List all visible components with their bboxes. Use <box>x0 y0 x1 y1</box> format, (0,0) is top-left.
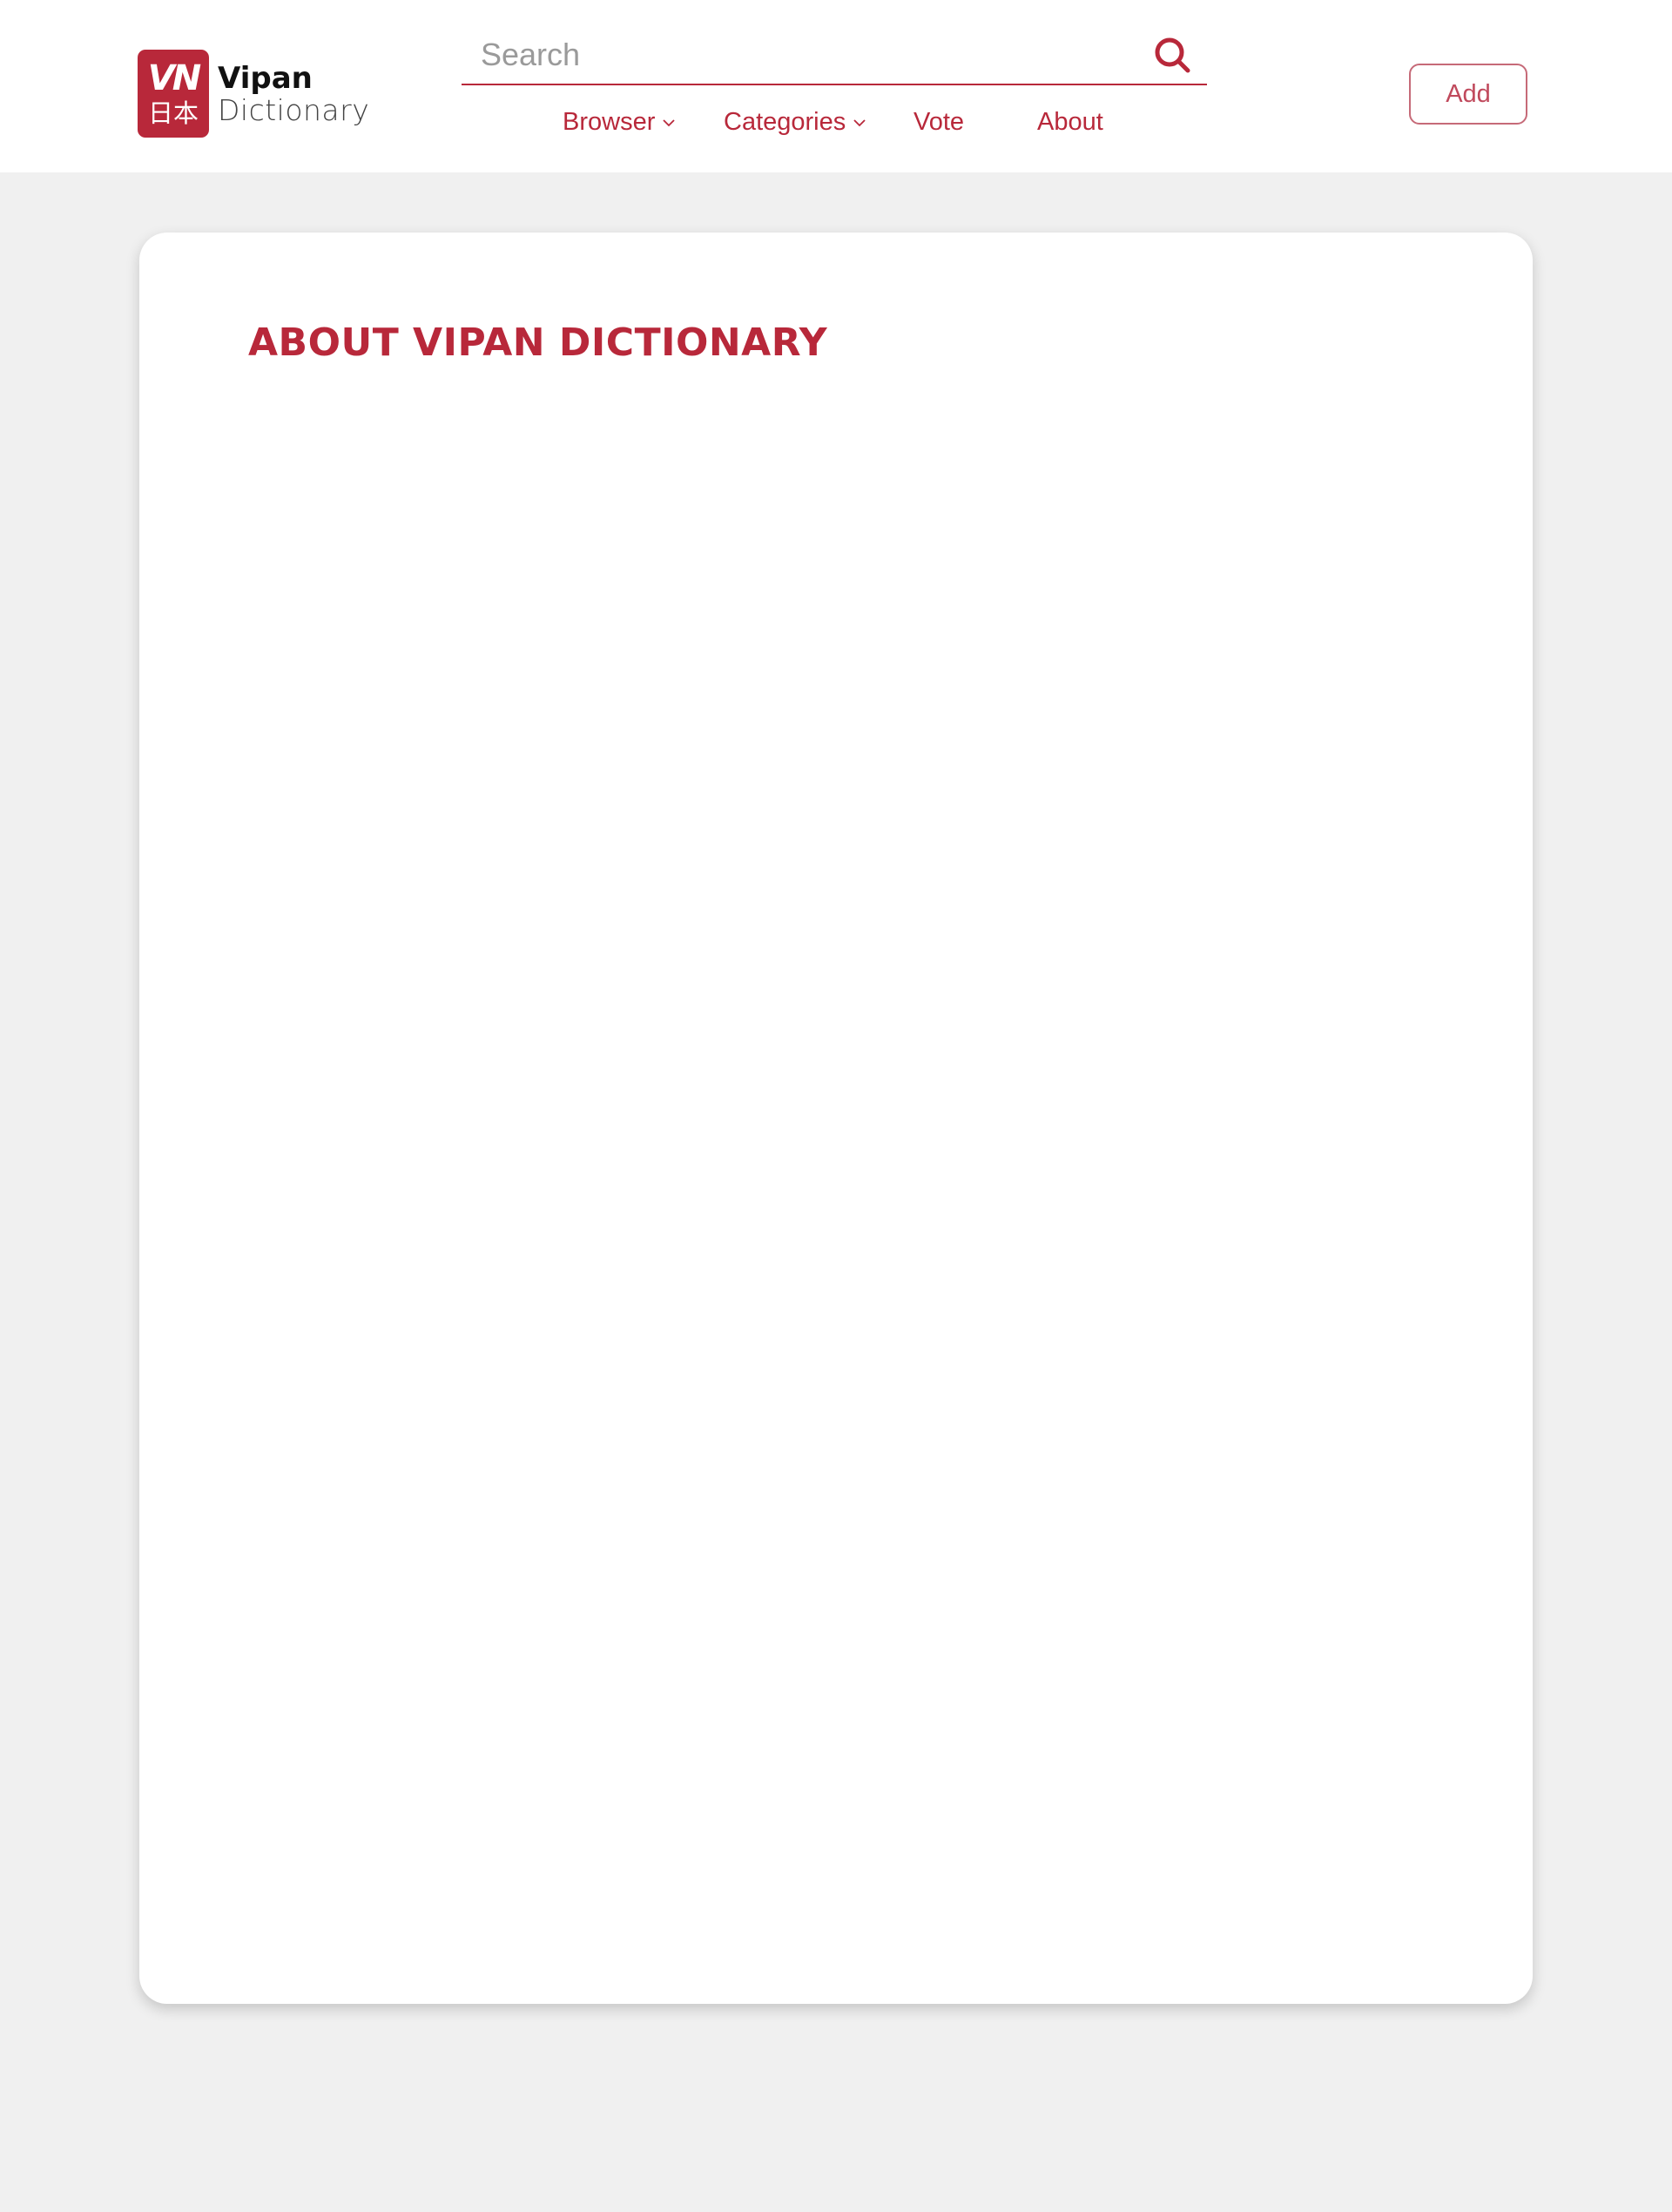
logo-title: Vipan <box>218 60 313 96</box>
nav-vote[interactable]: Vote <box>914 108 964 137</box>
nav-browser-label: Browser <box>563 108 656 136</box>
nav-browser[interactable]: Browser <box>563 108 676 137</box>
search-button[interactable] <box>1146 29 1198 81</box>
search-icon <box>1155 37 1190 73</box>
search-input[interactable] <box>462 29 1146 81</box>
nav-about-label: About <box>1037 108 1103 136</box>
chevron-down-icon <box>853 118 866 128</box>
nav-categories-label: Categories <box>724 108 846 136</box>
add-button[interactable]: Add <box>1409 64 1527 125</box>
nav-vote-label: Vote <box>914 108 965 136</box>
logo-mark-top: VN <box>147 57 201 98</box>
chevron-down-icon <box>662 118 676 128</box>
about-card: ABOUT VIPAN DICTIONARY <box>139 233 1533 2004</box>
nav-about[interactable]: About <box>1037 108 1103 137</box>
search-bar <box>462 26 1207 85</box>
site-header: VN 日本 Vipan Dictionary Browser Categ <box>0 0 1672 172</box>
nav-categories[interactable]: Categories <box>724 108 866 137</box>
page-title: ABOUT VIPAN DICTIONARY <box>248 320 828 365</box>
